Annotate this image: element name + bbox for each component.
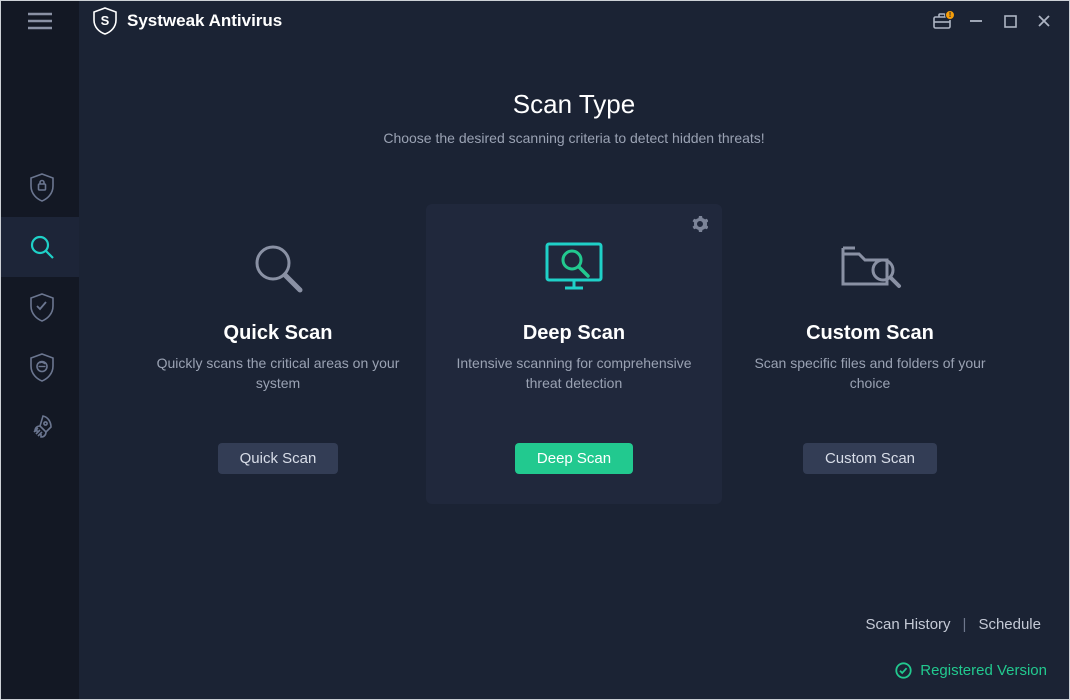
suitcase-button[interactable]: ! [925,6,959,36]
card-desc: Intensive scanning for comprehensive thr… [446,353,702,394]
content-area: Scan Type Choose the desired scanning cr… [79,41,1069,699]
minimize-icon [969,14,983,28]
deep-scan-settings-button[interactable] [692,216,708,232]
page-title: Scan Type [97,89,1051,120]
sidebar-item-optimizer[interactable] [1,397,79,457]
close-button[interactable] [1027,6,1061,36]
sidebar-item-realtime[interactable] [1,277,79,337]
card-deep-scan[interactable]: Deep Scan Intensive scanning for compreh… [426,204,722,504]
registered-status: Registered Version [895,662,1047,679]
registered-label: Registered Version [920,662,1047,679]
card-title: Deep Scan [523,322,625,345]
shield-e-icon [29,352,55,382]
quick-scan-button[interactable]: Quick Scan [218,443,339,474]
main-area: S Systweak Antivirus ! Scan Type Choose … [79,1,1069,699]
page-subtitle: Choose the desired scanning criteria to … [97,130,1051,146]
app-logo-icon: S [93,7,117,35]
alert-badge: ! [945,10,955,20]
card-desc: Scan specific files and folders of your … [742,353,998,394]
app-title: Systweak Antivirus [127,11,282,31]
app-window: S Systweak Antivirus ! Scan Type Choose … [0,0,1070,700]
card-desc: Quickly scans the critical areas on your… [150,353,406,394]
custom-scan-icon [835,232,905,304]
titlebar: S Systweak Antivirus ! [79,1,1069,41]
scan-cards-row: Quick Scan Quickly scans the critical ar… [97,204,1051,504]
sidebar-spacer [1,41,79,157]
schedule-link[interactable]: Schedule [978,616,1041,633]
sidebar-item-web[interactable] [1,337,79,397]
svg-text:S: S [101,13,110,28]
maximize-button[interactable] [993,6,1027,36]
deep-scan-button[interactable]: Deep Scan [515,443,633,474]
custom-scan-button[interactable]: Custom Scan [803,443,937,474]
check-circle-icon [895,662,912,679]
scan-history-link[interactable]: Scan History [866,616,951,633]
card-quick-scan[interactable]: Quick Scan Quickly scans the critical ar… [130,204,426,504]
search-icon [29,234,55,260]
minimize-button[interactable] [959,6,993,36]
footer-links: Scan History | Schedule [866,616,1042,633]
hamburger-menu-button[interactable] [1,1,79,41]
sidebar-item-protection[interactable] [1,157,79,217]
maximize-icon [1004,15,1017,28]
shield-check-icon [29,292,55,322]
card-custom-scan[interactable]: Custom Scan Scan specific files and fold… [722,204,1018,504]
card-title: Custom Scan [806,322,934,345]
deep-scan-icon [539,232,609,304]
card-title: Quick Scan [224,322,333,345]
close-icon [1037,14,1051,28]
hamburger-icon [28,12,52,30]
sidebar [1,1,79,699]
footer-divider: | [963,616,967,633]
gear-icon [692,216,708,232]
sidebar-item-scan[interactable] [1,217,79,277]
shield-lock-icon [29,172,55,202]
quick-scan-icon [250,232,306,304]
rocket-icon [29,413,55,441]
